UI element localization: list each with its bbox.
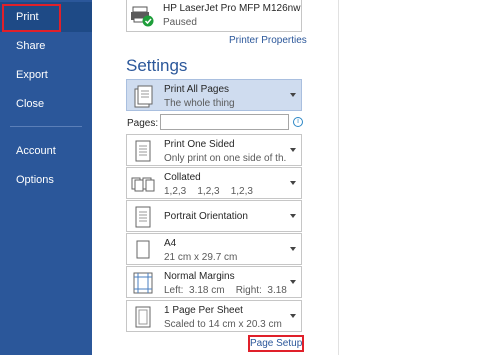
chevron-down-icon [290, 148, 296, 152]
portrait-icon [135, 206, 151, 228]
chevron-down-icon [290, 93, 296, 97]
nav-item-options[interactable]: Options [0, 165, 92, 195]
nav-item-close[interactable]: Close [0, 89, 92, 119]
margins-dropdown[interactable]: Normal Margins Left: 3.18 cm Right: 3.18… [126, 266, 302, 298]
chevron-down-icon [290, 280, 296, 284]
chevron-down-icon [290, 181, 296, 185]
nav-item-print[interactable]: Print [0, 2, 92, 32]
nav-divider [10, 126, 82, 127]
collation-value: Collated [164, 172, 201, 183]
info-icon[interactable]: i [293, 117, 303, 127]
print-range-value: Print All Pages [164, 84, 230, 95]
page-setup-link[interactable]: Page Setup [248, 335, 304, 352]
chevron-down-icon [290, 247, 296, 251]
chevron-down-icon [290, 214, 296, 218]
printer-name: HP LaserJet Pro MFP M126nw [163, 3, 301, 14]
printer-icon [131, 6, 154, 27]
pages-per-sheet-value: 1 Page Per Sheet [164, 305, 243, 316]
page-per-sheet-icon [135, 306, 151, 328]
sides-description: Only print on one side of th... [164, 153, 286, 164]
selection-highlight [2, 4, 61, 32]
printer-status: Paused [163, 17, 197, 28]
paper-size-value: A4 [164, 238, 177, 249]
print-range-dropdown[interactable]: Print All Pages The whole thing [126, 79, 302, 111]
pages-label: Pages: [127, 118, 159, 129]
margins-value: Normal Margins [164, 271, 235, 282]
nav-item-label: Export [16, 69, 48, 81]
sides-dropdown[interactable]: Print One Sided Only print on one side o… [126, 134, 302, 166]
paper-size-icon [136, 240, 150, 259]
printer-properties-link[interactable]: Printer Properties [229, 35, 307, 46]
print-range-description: The whole thing [164, 98, 235, 109]
nav-item-share[interactable]: Share [0, 31, 92, 61]
margins-icon [133, 272, 153, 294]
orientation-value: Portrait Orientation [164, 211, 248, 222]
nav-item-label: Share [16, 40, 46, 52]
margins-description: Left: 3.18 cm Right: 3.18 cm [164, 285, 290, 296]
preview-divider [338, 0, 339, 355]
pages-input[interactable] [160, 114, 289, 130]
pages-icon [134, 85, 153, 108]
one-sided-icon [135, 140, 151, 162]
nav-item-export[interactable]: Export [0, 60, 92, 90]
nav-item-label: Account [16, 145, 56, 157]
settings-heading: Settings [126, 56, 188, 75]
chevron-down-icon [290, 314, 296, 318]
collation-description: 1,2,3 1,2,3 1,2,3 [164, 186, 253, 197]
paper-size-dimensions: 21 cm x 29.7 cm [164, 252, 238, 263]
paper-size-dropdown[interactable]: A4 21 cm x 29.7 cm [126, 233, 302, 265]
nav-item-label: Options [16, 174, 54, 186]
sides-value: Print One Sided [164, 139, 235, 150]
collated-icon [131, 177, 155, 192]
orientation-dropdown[interactable]: Portrait Orientation [126, 200, 302, 232]
backstage-nav: Print Share Export Close Account Options [0, 0, 92, 355]
collation-dropdown[interactable]: Collated 1,2,3 1,2,3 1,2,3 [126, 167, 302, 199]
pages-per-sheet-description: Scaled to 14 cm x 20.3 cm [164, 319, 282, 330]
nav-item-label: Close [16, 98, 45, 110]
pages-per-sheet-dropdown[interactable]: 1 Page Per Sheet Scaled to 14 cm x 20.3 … [126, 300, 302, 332]
nav-item-account[interactable]: Account [0, 136, 92, 166]
